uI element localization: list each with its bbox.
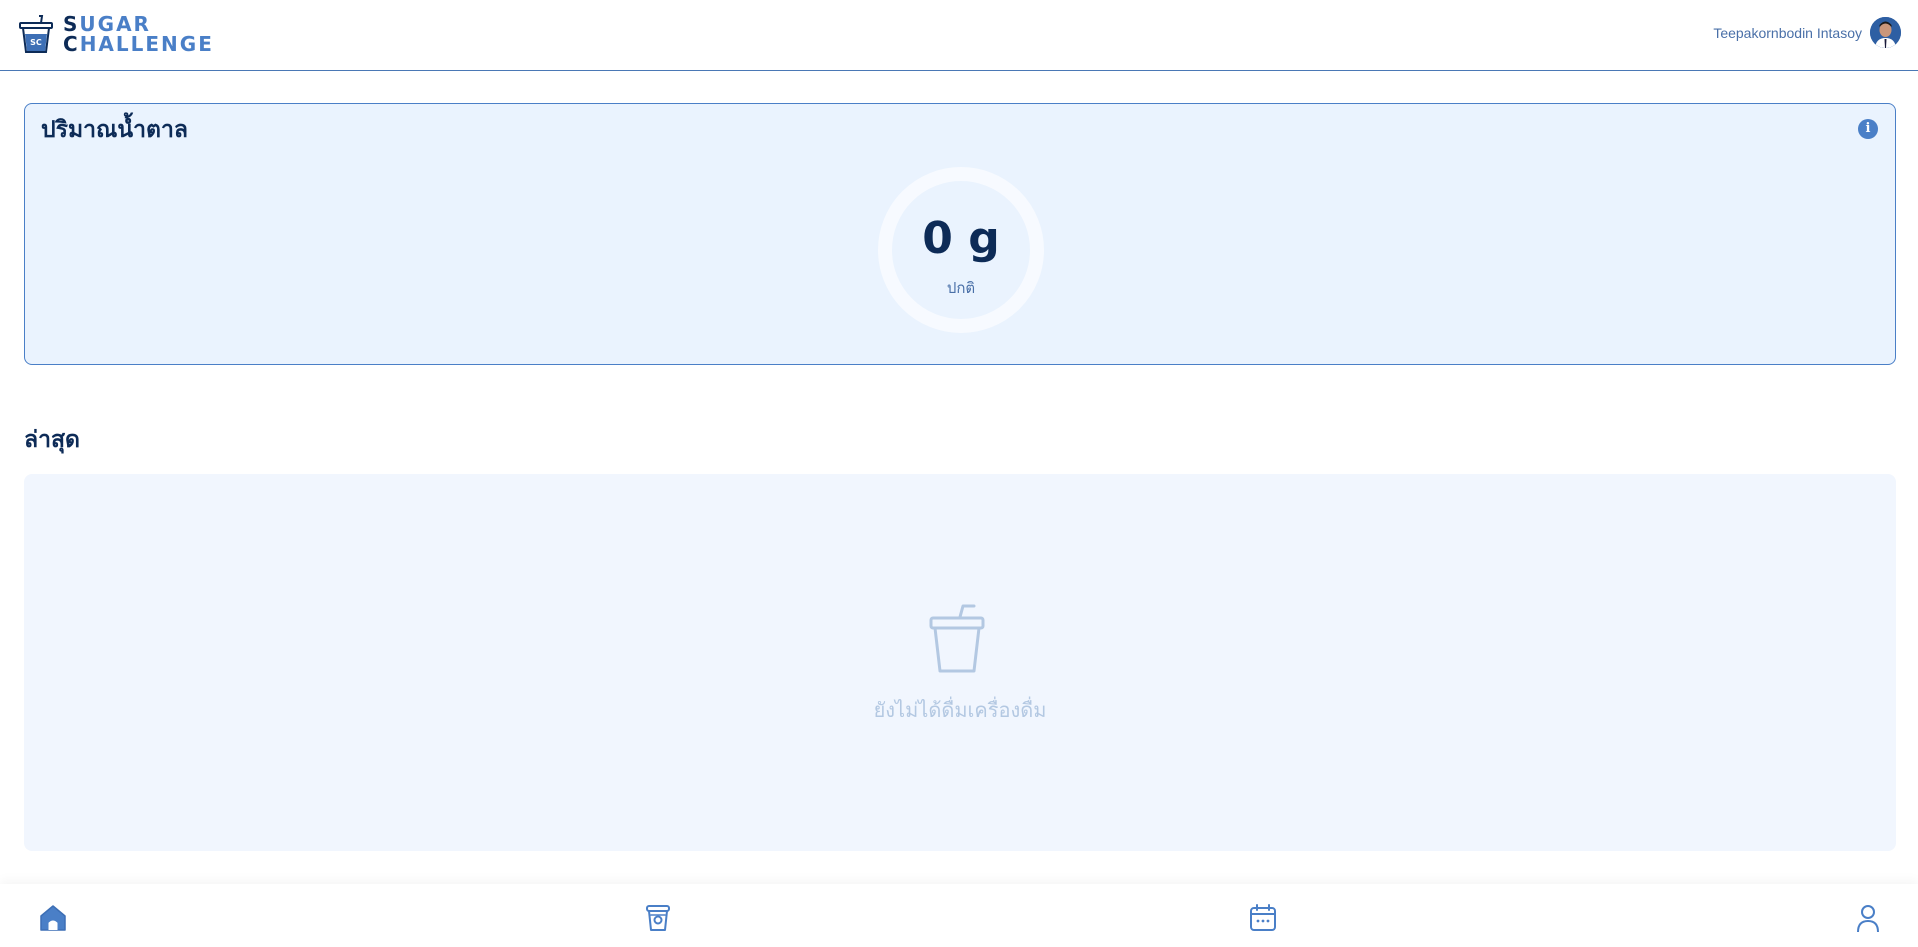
- nav-profile[interactable]: [1853, 903, 1883, 933]
- nav-home[interactable]: [38, 903, 68, 933]
- logo-line2-rest: HALLENGE: [79, 32, 214, 56]
- latest-section-title: ล่าสุด: [24, 427, 80, 453]
- top-header: SC SUGAR CHALLENGE Teepakornbodin Intaso…: [0, 0, 1918, 71]
- sugar-amount-card: ปริมาณน้ำตาล i 0 g ปกติ: [24, 103, 1896, 365]
- calendar-icon: [1250, 904, 1276, 931]
- latest-drinks-panel: ยังไม่ได้ดื่มเครื่องดื่ม: [24, 474, 1896, 851]
- sugar-card-title: ปริมาณน้ำตาล: [41, 117, 188, 143]
- app-logo[interactable]: SC SUGAR CHALLENGE: [19, 14, 214, 54]
- logo-wordmark: SUGAR CHALLENGE: [63, 12, 214, 56]
- bottom-navigation: [0, 884, 1918, 947]
- user-name: Teepakornbodin Intasoy: [1713, 24, 1862, 41]
- empty-cup-icon: [929, 604, 985, 673]
- home-icon: [40, 905, 66, 931]
- nav-drinks[interactable]: [643, 903, 673, 933]
- logo-badge-text: SC: [30, 38, 42, 47]
- profile-icon: [1857, 905, 1879, 933]
- info-icon[interactable]: i: [1858, 119, 1878, 139]
- cup-logo-icon: SC: [19, 15, 53, 53]
- avatar-image: [1870, 17, 1901, 48]
- sugar-status: ปกติ: [946, 279, 976, 297]
- sugar-value: 0 g: [922, 213, 1000, 264]
- sugar-progress-ring: 0 g ปกติ: [878, 167, 1044, 333]
- drink-icon: [646, 905, 670, 931]
- user-menu[interactable]: Teepakornbodin Intasoy: [1713, 17, 1901, 48]
- empty-state-message: ยังไม่ได้ดื่มเครื่องดื่ม: [873, 698, 1047, 722]
- avatar[interactable]: [1870, 17, 1901, 48]
- nav-calendar[interactable]: [1248, 903, 1278, 933]
